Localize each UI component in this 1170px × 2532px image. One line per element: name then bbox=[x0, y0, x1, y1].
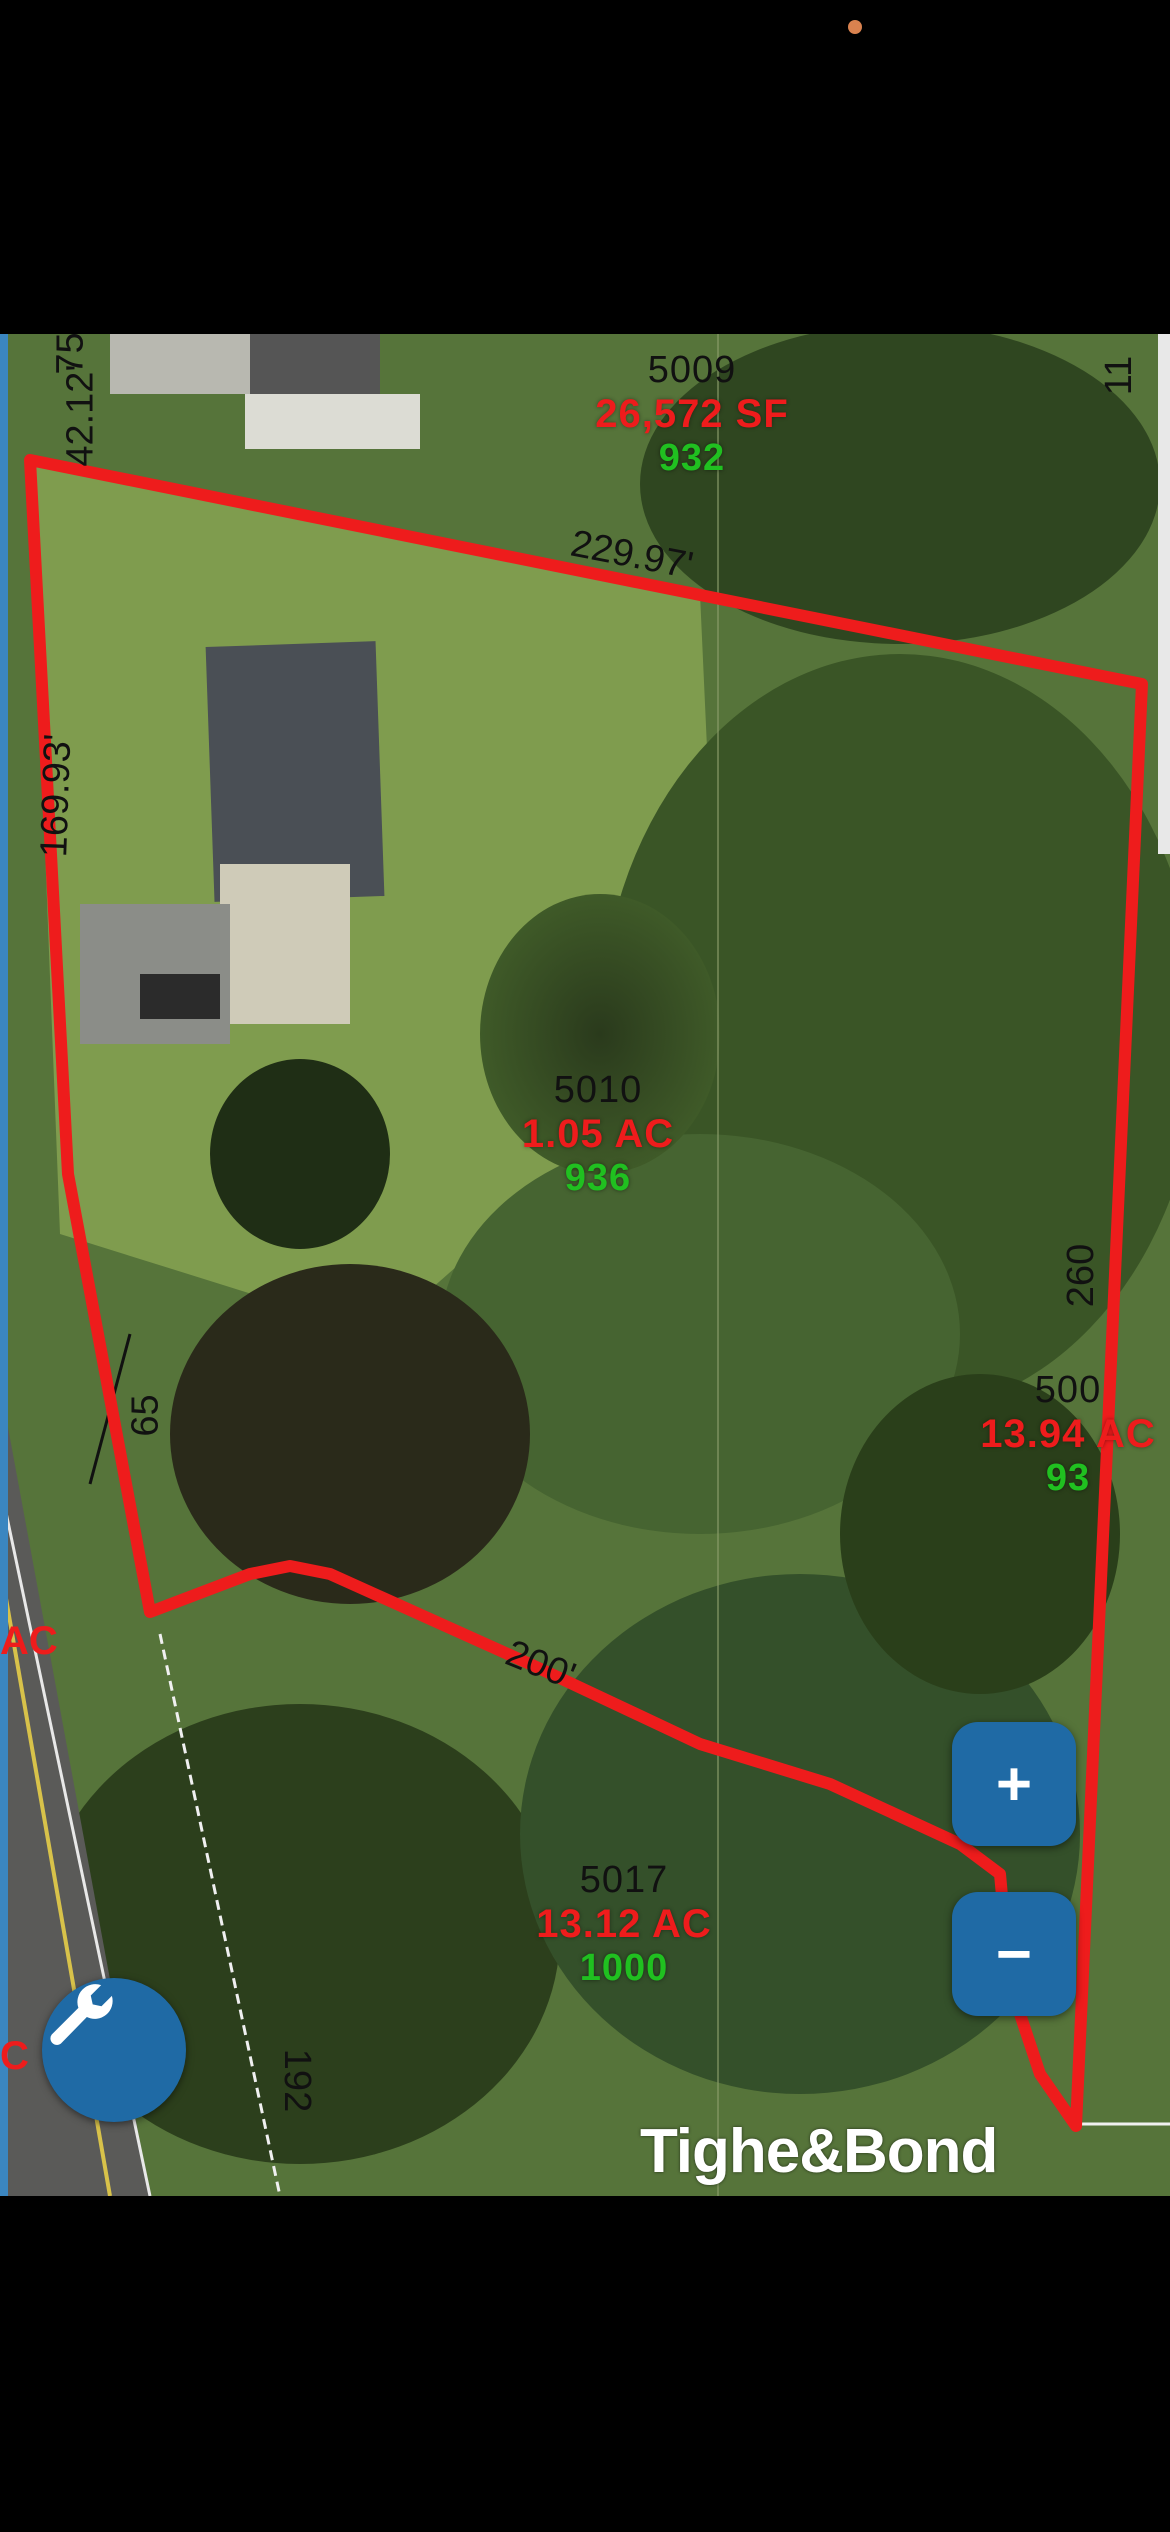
dimension-label: 65 bbox=[124, 1394, 167, 1437]
edge-area-fragment: C bbox=[0, 2034, 29, 2078]
parcel-5009-label[interactable]: 5009 26,572 SF 932 bbox=[595, 349, 789, 480]
parcel-area: 13.12 AC bbox=[536, 1902, 712, 1946]
parcel-code: 932 bbox=[658, 437, 726, 479]
dimension-label: 11 bbox=[1098, 355, 1141, 396]
parcel-id: 5017 bbox=[579, 1859, 669, 1901]
parcel-id: 5009 bbox=[647, 349, 737, 391]
zoom-in-button[interactable]: + bbox=[952, 1722, 1076, 1846]
dimension-label: 42.12' bbox=[59, 364, 102, 467]
dimension-label: 75 bbox=[49, 334, 92, 375]
parcel-code: 93 bbox=[1045, 1457, 1091, 1499]
parcel-5017-label[interactable]: 5017 13.12 AC 1000 bbox=[536, 1859, 712, 1990]
parcel-id: 5010 bbox=[553, 1069, 643, 1111]
tools-button[interactable] bbox=[42, 1978, 186, 2122]
parcel-code: 1000 bbox=[579, 1947, 669, 1989]
map-view[interactable]: 5009 26,572 SF 932 5010 1.05 AC 936 500 … bbox=[0, 334, 1170, 2196]
parcel-500-label[interactable]: 500 13.94 AC 93 bbox=[980, 1369, 1156, 1500]
wrench-icon bbox=[50, 1984, 113, 2045]
parcel-area: 1.05 AC bbox=[521, 1112, 675, 1156]
dimension-label: 169.93' bbox=[33, 733, 80, 858]
parcel-5010-label[interactable]: 5010 1.05 AC 936 bbox=[522, 1069, 674, 1200]
parcel-area: 13.94 AC bbox=[980, 1412, 1156, 1456]
status-indicator-dot bbox=[848, 20, 862, 34]
parcel-area: 26,572 SF bbox=[595, 392, 789, 436]
provider-logo: Tighe&Bond bbox=[640, 2117, 998, 2186]
parcel-id: 500 bbox=[1034, 1369, 1102, 1411]
zoom-out-button[interactable]: − bbox=[952, 1892, 1076, 2016]
edge-area-fragment: AC bbox=[0, 1619, 58, 1663]
dimension-label: 260 bbox=[1060, 1243, 1103, 1308]
dimension-label: 192 bbox=[276, 2048, 319, 2113]
parcel-code: 936 bbox=[564, 1157, 632, 1199]
